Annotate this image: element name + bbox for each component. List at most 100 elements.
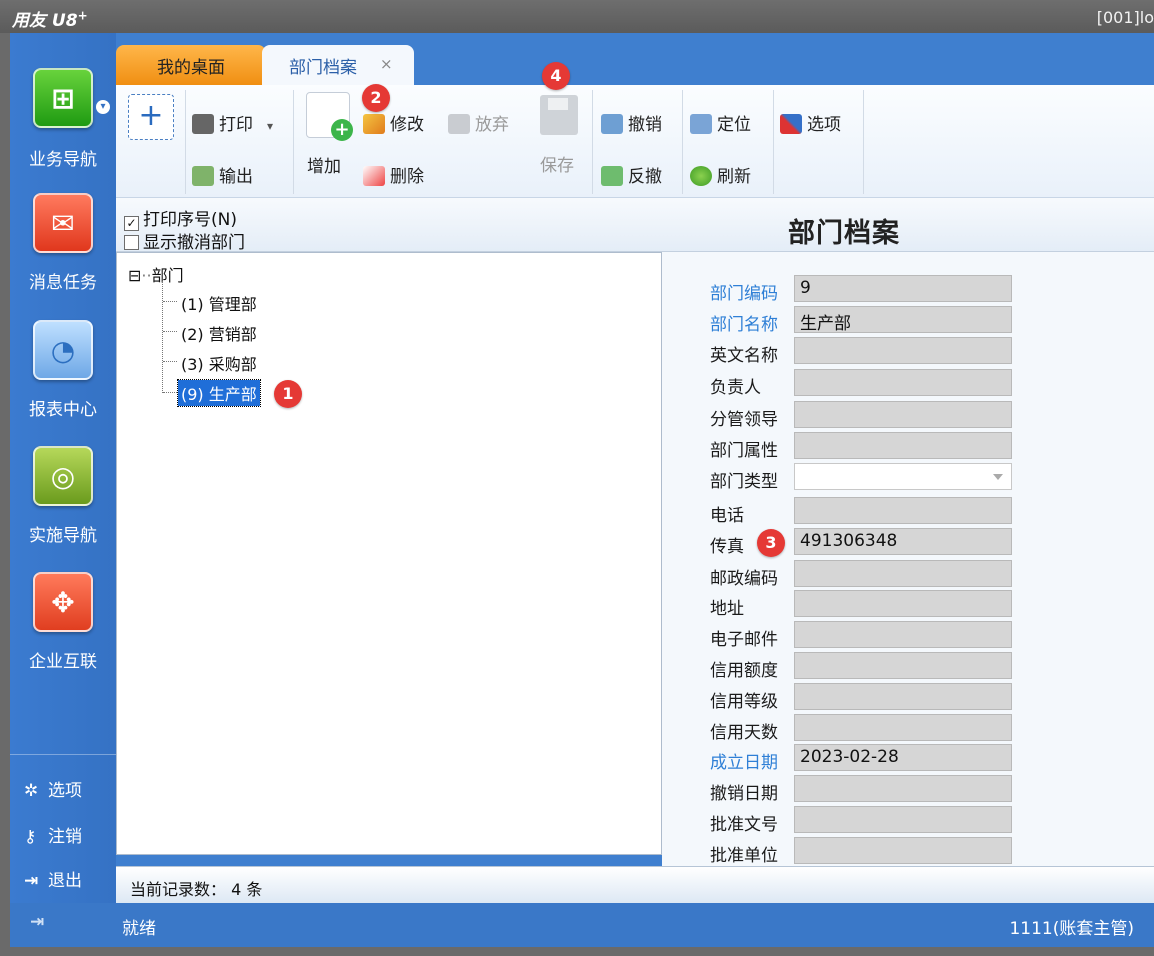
field-label: 负责人 <box>710 378 761 398</box>
tree-node-purchasing[interactable]: (3) 采购部 <box>181 351 257 375</box>
sidebar-link-exit[interactable]: ⇥ 退出 <box>24 866 82 891</box>
annotation-badge-4: 4 <box>542 62 570 90</box>
field-label: 电子邮件 <box>710 630 778 650</box>
modify-button[interactable]: 修改 <box>363 110 424 135</box>
tab-label: 我的桌面 <box>157 58 225 78</box>
save-button[interactable]: 保存 <box>540 151 574 176</box>
field-label: 信用额度 <box>710 661 778 681</box>
field-input[interactable] <box>794 369 1012 396</box>
field-input[interactable]: 生产部 <box>794 306 1012 334</box>
locate-icon <box>690 114 712 134</box>
new-add-button[interactable]: + <box>128 94 174 140</box>
tree-node-marketing[interactable]: (2) 营销部 <box>181 321 257 345</box>
field-input[interactable]: 9 <box>794 275 1012 302</box>
field-label: 批准文号 <box>710 815 778 835</box>
field-input[interactable] <box>794 683 1012 710</box>
tree-connector <box>163 331 177 332</box>
toolbar-separator <box>863 90 864 194</box>
field-input[interactable] <box>794 806 1012 833</box>
field-label: 邮政编码 <box>710 569 778 589</box>
sidebar-link-options[interactable]: ✲ 选项 <box>24 776 82 801</box>
save-disk-icon[interactable] <box>540 95 578 135</box>
tab-label: 部门档案 <box>289 58 357 78</box>
chevron-down-icon[interactable] <box>993 474 1003 480</box>
field-input[interactable] <box>794 621 1012 648</box>
tree-connector <box>163 361 177 362</box>
tree-root[interactable]: ⊟··部门 <box>128 262 184 286</box>
field-select[interactable] <box>794 463 1012 490</box>
sidebar-item-label: 报表中心 <box>29 400 97 420</box>
field-value: 2023-02-28 <box>800 747 899 767</box>
toolbar-separator <box>773 90 774 194</box>
field-input[interactable] <box>794 337 1012 364</box>
report-center-icon: ◔ <box>33 320 93 380</box>
user-role: 1111(账套主管) <box>1009 919 1134 939</box>
locate-button[interactable]: 定位 <box>690 110 751 135</box>
field-input[interactable] <box>794 590 1012 617</box>
chevron-down-icon[interactable]: ▾ <box>267 119 273 133</box>
status-bar: ⇥ 就绪 1111(账套主管) <box>10 903 1154 947</box>
field-input[interactable]: 2023-02-28 <box>794 744 1012 771</box>
record-count: 当前记录数： 4 条 <box>130 880 263 899</box>
expand-icon[interactable]: ⇥ <box>30 912 44 932</box>
annotation-badge-2: 2 <box>362 84 390 112</box>
app-brand: 用友 U8+ <box>12 8 88 31</box>
field-input[interactable] <box>794 401 1012 428</box>
field-label: 电话 <box>710 506 744 526</box>
chevron-down-icon[interactable]: ▾ <box>96 100 110 114</box>
sidebar-link-label: 退出 <box>48 871 82 891</box>
record-count-bar: 当前记录数： 4 条 <box>116 866 1154 903</box>
sidebar-link-label: 选项 <box>48 781 82 801</box>
toolbar-separator <box>592 90 593 194</box>
export-button[interactable]: 输出 <box>192 162 253 187</box>
delete-button[interactable]: 删除 <box>363 162 424 187</box>
tree-node-production[interactable]: (9) 生产部 <box>177 379 261 407</box>
title-bar: 用友 U8+ [001]lo <box>0 0 1154 33</box>
options-button[interactable]: 选项 <box>780 110 841 135</box>
add-doc-icon[interactable]: + <box>306 92 353 141</box>
tab-my-desktop[interactable]: 我的桌面 <box>116 45 266 85</box>
tree-connector <box>162 281 163 393</box>
sidebar-link-logout[interactable]: ⚷ 注销 <box>24 822 82 847</box>
enterprise-connect-icon: ✥ <box>33 572 93 632</box>
add-button[interactable]: 增加 <box>307 152 341 177</box>
sidebar-item-label: 消息任务 <box>29 273 97 293</box>
field-input[interactable] <box>794 837 1012 864</box>
tree-connector <box>163 301 177 302</box>
field-label: 传真 <box>710 537 744 557</box>
abandon-button[interactable]: 放弃 <box>448 110 509 135</box>
delete-icon <box>363 166 385 186</box>
close-icon[interactable]: × <box>380 55 393 73</box>
field-label: 部门类型 <box>710 472 778 492</box>
field-label: 英文名称 <box>710 346 778 366</box>
annotation-badge-3: 3 <box>757 529 785 557</box>
show-revoked-checkbox[interactable]: 显示撤消部门 <box>124 228 245 253</box>
field-input[interactable]: 491306348 <box>794 528 1012 555</box>
field-input[interactable] <box>794 432 1012 459</box>
refresh-label: 刷新 <box>717 167 751 187</box>
bottom-border <box>0 947 1154 956</box>
sidebar-item-label: 业务导航 <box>29 150 97 170</box>
tree-root-label: 部门 <box>151 266 184 285</box>
field-label: 信用等级 <box>710 692 778 712</box>
field-label: 撤销日期 <box>710 784 778 804</box>
tree-node-management[interactable]: (1) 管理部 <box>181 291 257 315</box>
field-input[interactable] <box>794 497 1012 524</box>
field-value: 491306348 <box>800 531 898 551</box>
field-input[interactable] <box>794 714 1012 741</box>
field-label: 部门编码 <box>710 284 778 304</box>
collapse-icon[interactable]: ⊟ <box>128 266 141 285</box>
unrevoke-icon <box>601 166 623 186</box>
revoke-button[interactable]: 撤销 <box>601 110 662 135</box>
business-nav-icon: ⊞ <box>33 68 93 128</box>
field-label: 部门名称 <box>710 315 778 335</box>
annotation-badge-1: 1 <box>274 380 302 408</box>
field-input[interactable] <box>794 652 1012 679</box>
checkbox-label: 打印序号(N) <box>143 210 237 230</box>
field-input[interactable] <box>794 775 1012 802</box>
export-label: 输出 <box>219 167 253 187</box>
unrevoke-button[interactable]: 反撤 <box>601 162 662 187</box>
refresh-button[interactable]: 刷新 <box>690 162 751 187</box>
print-button[interactable]: 打印 ▾ <box>192 110 273 135</box>
field-input[interactable] <box>794 560 1012 587</box>
